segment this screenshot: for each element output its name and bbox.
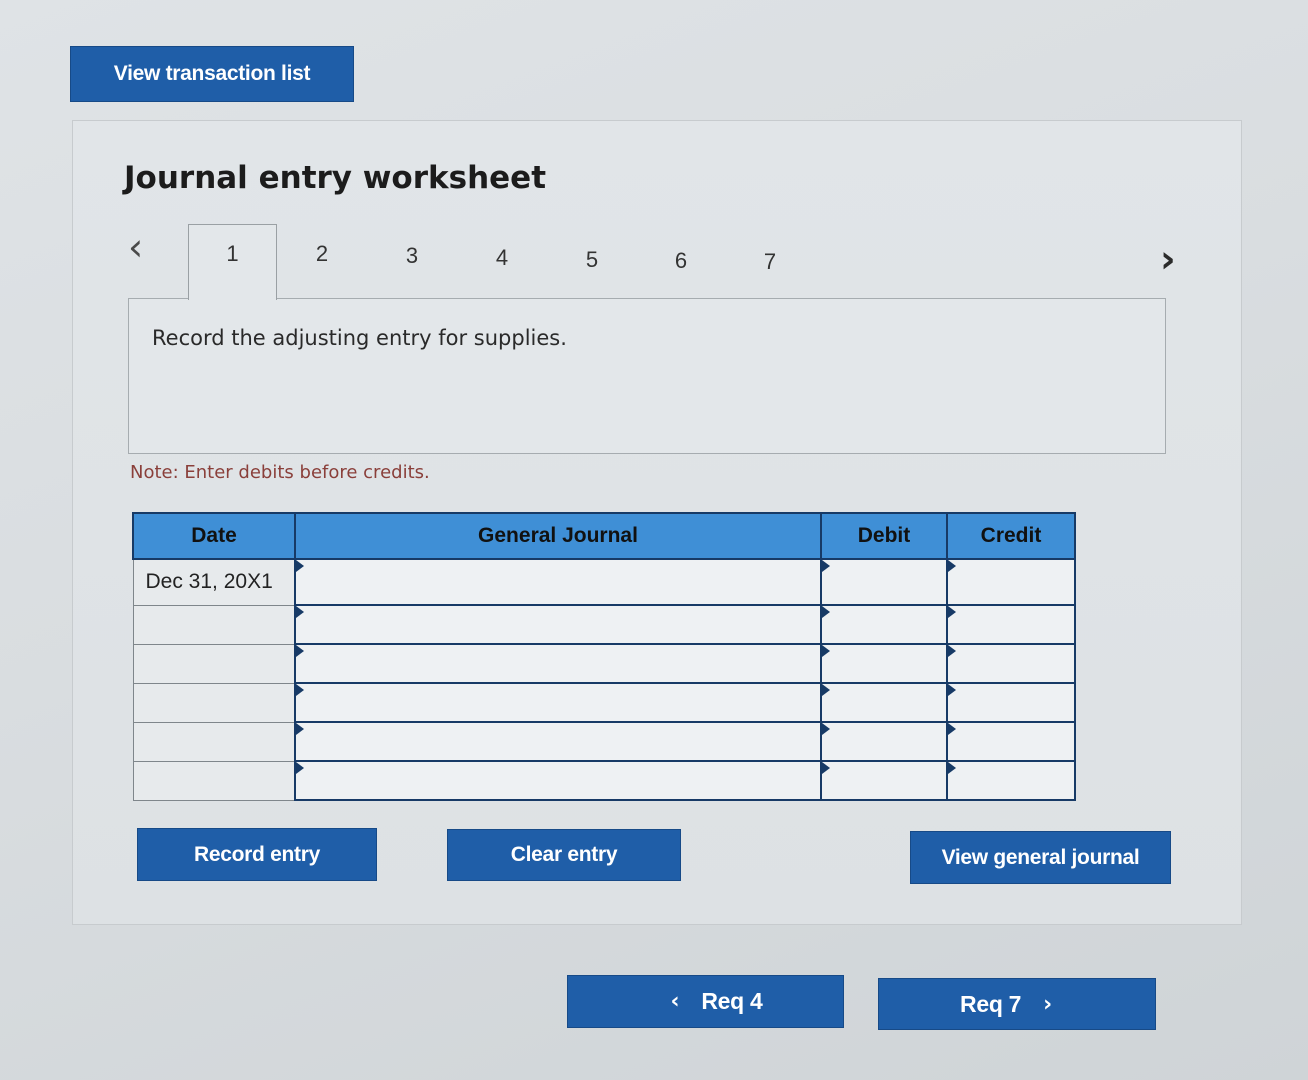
instruction-text: Record the adjusting entry for supplies. [152,326,567,350]
journal-table: Date General Journal Debit Credit Dec 31… [132,512,1076,801]
credit-cell[interactable] [946,643,1076,684]
row-marker-icon [948,645,956,657]
credit-cell[interactable] [946,760,1076,801]
date-cell[interactable]: Dec 31, 20X1 [132,558,296,606]
column-header-debit: Debit [820,512,948,560]
account-cell[interactable] [294,558,822,606]
date-cell[interactable] [132,643,296,684]
page-title: Journal entry worksheet [124,160,547,196]
account-cell[interactable] [294,682,822,723]
tab-1[interactable]: 1 [188,224,277,300]
view-transaction-list-button[interactable]: View transaction list [70,46,354,102]
debit-cell[interactable] [820,721,948,762]
row-marker-icon [296,723,304,735]
debit-input[interactable] [822,645,946,682]
debit-input[interactable] [822,762,946,799]
row-marker-icon [296,560,304,572]
account-cell[interactable] [294,643,822,684]
prev-requirement-button[interactable]: ‹ Req 4 [567,975,844,1028]
clear-entry-button[interactable]: Clear entry [447,829,681,881]
credit-cell[interactable] [946,721,1076,762]
column-header-general-journal: General Journal [294,512,822,560]
credit-cell[interactable] [946,604,1076,645]
credit-input[interactable] [948,723,1074,760]
table-row [132,604,1076,645]
row-marker-icon [822,684,830,696]
row-marker-icon [822,645,830,657]
account-input[interactable] [296,723,820,760]
chevron-right-icon[interactable]: › [1160,240,1176,278]
chevron-right-icon: › [1043,991,1052,1017]
row-marker-icon [948,684,956,696]
instruction-box [128,298,1166,454]
row-marker-icon [296,645,304,657]
table-row [132,760,1076,801]
tab-5[interactable]: 5 [572,247,612,273]
account-input[interactable] [296,645,820,682]
account-input[interactable] [296,684,820,721]
credit-cell[interactable] [946,558,1076,606]
column-header-date: Date [132,512,296,560]
journal-header-row: Date General Journal Debit Credit [132,512,1076,560]
row-marker-icon [296,606,304,618]
credit-input[interactable] [948,560,1074,604]
record-entry-button[interactable]: Record entry [137,828,377,881]
debit-input[interactable] [822,684,946,721]
column-header-credit: Credit [946,512,1076,560]
tab-6[interactable]: 6 [661,248,701,274]
debit-cell[interactable] [820,760,948,801]
chevron-left-icon: ‹ [670,989,680,1014]
credit-input[interactable] [948,762,1074,799]
row-marker-icon [822,723,830,735]
row-marker-icon [822,606,830,618]
table-row: Dec 31, 20X1 [132,558,1076,606]
debit-input[interactable] [822,723,946,760]
debit-input[interactable] [822,606,946,643]
debit-cell[interactable] [820,682,948,723]
account-cell[interactable] [294,604,822,645]
date-cell[interactable] [132,604,296,645]
account-cell[interactable] [294,760,822,801]
account-input[interactable] [296,560,820,604]
row-marker-icon [948,723,956,735]
tab-7[interactable]: 7 [750,249,790,275]
chevron-left-icon[interactable]: ‹ [128,228,143,266]
row-marker-icon [948,762,956,774]
row-marker-icon [296,762,304,774]
table-row [132,682,1076,723]
account-input[interactable] [296,606,820,643]
debit-cell[interactable] [820,558,948,606]
row-marker-icon [948,560,956,572]
credit-input[interactable] [948,645,1074,682]
tab-2[interactable]: 2 [302,241,342,267]
debit-input[interactable] [822,560,946,604]
credit-input[interactable] [948,684,1074,721]
row-marker-icon [948,606,956,618]
credit-cell[interactable] [946,682,1076,723]
table-row [132,643,1076,684]
next-requirement-label: Req 7 [960,990,1022,1017]
next-requirement-button[interactable]: Req 7 › [878,978,1156,1030]
row-marker-icon [296,684,304,696]
date-cell[interactable] [132,760,296,801]
table-row [132,721,1076,762]
date-cell[interactable] [132,682,296,723]
account-input[interactable] [296,762,820,799]
tab-4[interactable]: 4 [482,245,522,271]
credit-input[interactable] [948,606,1074,643]
debit-cell[interactable] [820,643,948,684]
view-general-journal-button[interactable]: View general journal [910,831,1171,884]
row-marker-icon [822,762,830,774]
debit-cell[interactable] [820,604,948,645]
row-marker-icon [822,560,830,572]
account-cell[interactable] [294,721,822,762]
tab-3[interactable]: 3 [392,243,432,269]
date-cell[interactable] [132,721,296,762]
note-text: Note: Enter debits before credits. [130,462,430,483]
prev-requirement-label: Req 4 [701,988,763,1014]
